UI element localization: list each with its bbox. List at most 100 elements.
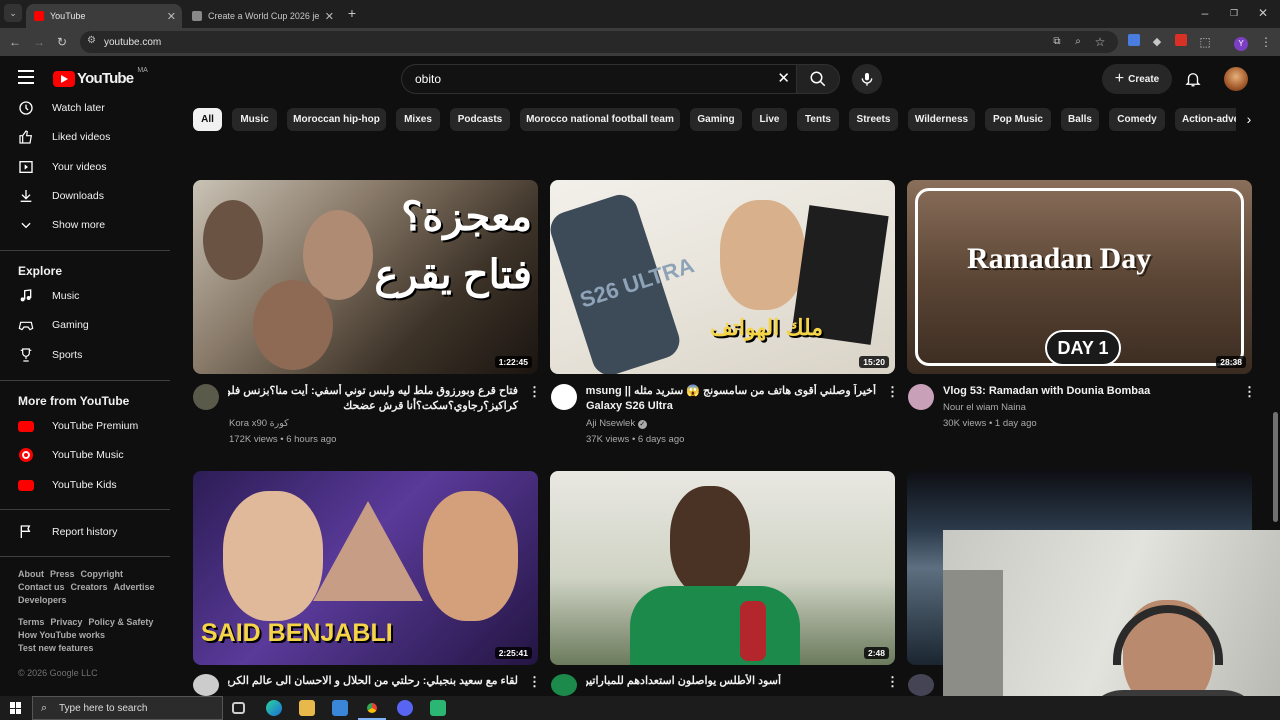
search-button[interactable] [796, 64, 840, 94]
account-avatar[interactable] [1224, 67, 1248, 91]
tab-close-icon[interactable]: ✕ [167, 10, 176, 23]
sidebar-item-music[interactable]: Music [0, 282, 170, 310]
forward-icon[interactable]: → [30, 33, 48, 51]
video-title[interactable]: Vlog 53: Ramadan with Dounia Bombaa [943, 384, 1233, 399]
channel-avatar[interactable] [908, 384, 934, 410]
channel-avatar[interactable] [551, 674, 577, 696]
address-bar[interactable]: ⚙ youtube.com [80, 31, 1118, 53]
clear-search-icon[interactable]: ✕ [777, 65, 790, 93]
video-thumbnail[interactable]: S26 ULTRA ملك الهواتف 15:20 [550, 180, 895, 374]
edge-browser-icon[interactable] [266, 700, 282, 716]
sidebar-item-report-history[interactable]: Report history [0, 518, 170, 546]
footer-link[interactable]: How YouTube works [18, 630, 105, 640]
new-tab-icon[interactable]: + [343, 4, 361, 22]
notifications-bell-icon[interactable] [1184, 70, 1202, 88]
sidebar-item-liked-videos[interactable]: Liked videos [0, 123, 170, 151]
zoom-icon[interactable]: ⌕ [1069, 33, 1087, 51]
app-icon[interactable] [430, 700, 446, 716]
footer-link[interactable]: Policy & Safety [88, 617, 153, 627]
chip-moroccan-hip-hop[interactable]: Moroccan hip-hop [287, 108, 386, 131]
more-actions-icon[interactable]: ⋮ [886, 384, 899, 400]
minimize-icon[interactable]: – [1196, 4, 1214, 22]
microsoft-store-icon[interactable] [332, 700, 348, 716]
footer-link[interactable]: Press [50, 569, 75, 579]
channel-avatar[interactable] [193, 674, 219, 696]
scrollbar-thumb[interactable] [1273, 412, 1278, 522]
sidebar-item-your-videos[interactable]: Your videos [0, 153, 170, 181]
search-input[interactable]: obito ✕ [401, 64, 796, 94]
discord-icon[interactable] [397, 700, 413, 716]
footer-link[interactable]: Creators [71, 582, 108, 592]
browser-menu-icon[interactable]: ⋮ [1257, 33, 1275, 51]
restore-icon[interactable]: ❐ [1225, 4, 1243, 22]
red-extension-icon[interactable] [1172, 33, 1190, 51]
cast-icon[interactable]: ⧉ [1048, 33, 1066, 51]
hamburger-menu-icon[interactable] [18, 70, 34, 84]
channel-avatar[interactable] [193, 384, 219, 410]
chip-pop-music[interactable]: Pop Music [985, 108, 1051, 131]
sidebar-item-show-more[interactable]: Show more [0, 211, 170, 239]
channel-name[interactable]: Kora x90 كورة [229, 416, 289, 431]
footer-link[interactable]: About [18, 569, 44, 579]
channel-avatar[interactable] [908, 674, 934, 696]
video-title[interactable]: أخيراً وصلني أقوى هاتف من سامسونج 😱 ستري… [586, 384, 876, 414]
chip-mixes[interactable]: Mixes [396, 108, 440, 131]
chip-action-adventure[interactable]: Action-adventure [1175, 108, 1241, 131]
extensions-puzzle-icon[interactable]: ⬚ [1196, 33, 1214, 51]
footer-link[interactable]: Copyright [81, 569, 124, 579]
footer-link[interactable]: Advertise [114, 582, 155, 592]
chip-music[interactable]: Music [232, 108, 277, 131]
channel-name[interactable]: Aji Nsewlek ✓ [586, 416, 647, 431]
more-actions-icon[interactable]: ⋮ [886, 674, 899, 690]
chip-wilderness[interactable]: Wilderness [908, 108, 975, 131]
windows-start-icon[interactable] [10, 702, 22, 714]
video-thumbnail[interactable]: SAID BENJABLI 2:25:41 [193, 471, 538, 665]
video-title[interactable]: لقاء مع سعيد بنجبلي: رحلتي من الحلال و ا… [228, 674, 518, 689]
chip-streets[interactable]: Streets [849, 108, 898, 131]
profile-avatar[interactable]: Y [1232, 33, 1250, 51]
sidebar-item-youtube-music[interactable]: YouTube Music [0, 441, 170, 469]
bookmark-star-icon[interactable]: ☆ [1091, 33, 1109, 51]
footer-link[interactable]: Contact us [18, 582, 65, 592]
video-thumbnail[interactable]: معجزة؟ فتاح يقرع 1:22:45 [193, 180, 538, 374]
chip-tents[interactable]: Tents [797, 108, 839, 131]
video-title[interactable]: أسود الأطلس يواصلون استعدادهم للمباراتين… [586, 674, 876, 689]
sidebar-item-sports[interactable]: Sports [0, 341, 170, 369]
youtube-logo[interactable]: YouTube MA [53, 67, 148, 87]
tab-youtube[interactable]: YouTube ✕ [26, 4, 182, 28]
more-actions-icon[interactable]: ⋮ [528, 674, 541, 690]
chip-podcasts[interactable]: Podcasts [450, 108, 510, 131]
sidebar-item-gaming[interactable]: Gaming [0, 311, 170, 339]
extension-icon[interactable]: ◆ [1148, 33, 1166, 51]
task-view-icon[interactable] [232, 702, 245, 714]
chip-morocco-national-football-team[interactable]: Morocco national football team [520, 108, 680, 131]
chips-next-chevron-icon[interactable]: › [1236, 108, 1262, 131]
file-explorer-icon[interactable] [299, 700, 315, 716]
video-title[interactable]: فتاح قرع وبورزوق ملط ليه ولبس توني أسفي:… [228, 384, 518, 414]
sidebar-item-watch-later[interactable]: Watch later [0, 94, 170, 122]
voice-search-button[interactable] [852, 64, 882, 94]
video-thumbnail[interactable]: 2:48 [550, 471, 895, 665]
taskbar-search-input[interactable]: ⌕ Type here to search [32, 696, 223, 720]
tab-world-cup[interactable]: Create a World Cup 2026 jersey ✕ [184, 4, 340, 28]
footer-link[interactable]: Privacy [50, 617, 82, 627]
channel-avatar[interactable] [551, 384, 577, 410]
sidebar-item-youtube-premium[interactable]: YouTube Premium [0, 412, 170, 440]
back-icon[interactable]: ← [6, 33, 24, 51]
chip-balls[interactable]: Balls [1061, 108, 1099, 131]
sidebar-item-downloads[interactable]: Downloads [0, 182, 170, 210]
tab-close-icon[interactable]: ✕ [325, 10, 334, 23]
close-window-icon[interactable]: ✕ [1254, 4, 1272, 22]
channel-name[interactable]: Nour el wiam Naina [943, 400, 1026, 415]
video-thumbnail[interactable]: Ramadan Day DAY 1 28:38 [907, 180, 1252, 374]
chip-live[interactable]: Live [752, 108, 787, 131]
translate-extension-icon[interactable] [1125, 33, 1143, 51]
more-actions-icon[interactable]: ⋮ [1243, 384, 1256, 400]
chip-comedy[interactable]: Comedy [1109, 108, 1165, 131]
footer-link[interactable]: Test new features [18, 643, 93, 653]
reload-icon[interactable]: ↻ [53, 33, 71, 51]
chip-gaming[interactable]: Gaming [690, 108, 742, 131]
create-button[interactable]: + Create [1102, 64, 1172, 94]
tab-list-button[interactable]: ⌄ [4, 4, 22, 22]
chip-all[interactable]: All [193, 108, 222, 131]
